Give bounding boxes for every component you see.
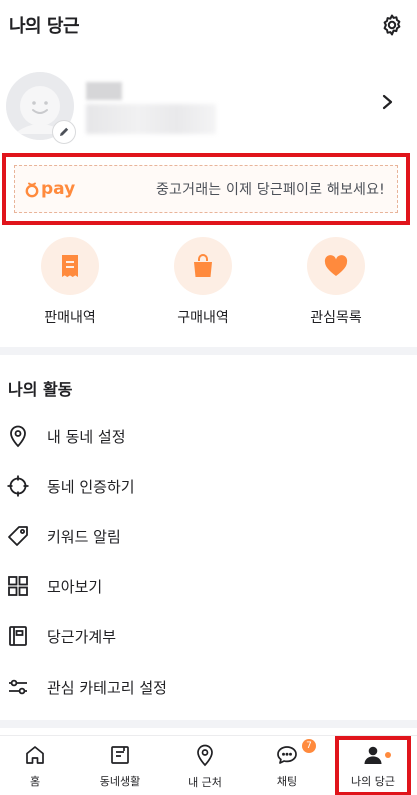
my-carrot-screen: 나의 당근 pay 중고거래는 이제 당근페이로 해보세요! 판매내역 구매내역… [0, 0, 417, 795]
menu-item-verify-neighborhood[interactable]: 동네 인증하기 [0, 461, 417, 511]
blurred-nickname [86, 82, 122, 100]
tab-neighborhood-life[interactable]: 동네생활 [80, 736, 160, 795]
bottom-tab-bar: 홈 동네생활 내 근처 7 채팅 나의 당근 [0, 735, 417, 795]
menu-item-ledger[interactable]: 당근가계부 [0, 611, 417, 661]
pay-logo-text: pay [41, 179, 76, 199]
activity-section-title: 나의 활동 [8, 380, 73, 399]
menu-item-label: 동네 인증하기 [47, 477, 135, 496]
purchase-history-button[interactable]: 구매내역 [153, 237, 253, 327]
gear-icon[interactable] [379, 12, 405, 38]
blurred-profile-info [86, 104, 216, 134]
menu-item-interest-categories[interactable]: 관심 카테고리 설정 [0, 662, 417, 712]
menu-item-label: 키워드 알림 [47, 527, 121, 546]
chat-unread-badge: 7 [302, 739, 316, 753]
pay-banner-message: 중고거래는 이제 당근페이로 해보세요! [155, 182, 385, 198]
section-divider [0, 347, 417, 355]
quick-menu: 판매내역 구매내역 관심목록 [0, 237, 417, 332]
chevron-right-icon[interactable] [380, 90, 396, 114]
neighborhood-board-icon [109, 744, 131, 770]
menu-item-label: 내 동네 설정 [47, 427, 126, 446]
tab-label: 홈 [29, 774, 41, 788]
person-icon [362, 744, 384, 770]
menu-item-collections[interactable]: 모아보기 [0, 561, 417, 611]
tab-near-me[interactable]: 내 근처 [165, 736, 245, 795]
top-bar: 나의 당근 [0, 0, 417, 50]
tab-label: 내 근처 [188, 775, 222, 789]
location-pin-icon [1, 419, 35, 453]
tab-label: 동네생활 [99, 774, 141, 788]
quick-menu-label: 구매내역 [177, 310, 229, 326]
wishlist-button[interactable]: 관심목록 [286, 237, 386, 327]
tab-home[interactable]: 홈 [0, 736, 70, 795]
tag-icon [1, 519, 35, 553]
profile-card[interactable] [0, 64, 417, 146]
grid-icon [1, 569, 35, 603]
carrot-coin-icon [25, 182, 39, 197]
crosshair-icon [1, 469, 35, 503]
menu-item-label: 모아보기 [47, 577, 103, 596]
ledger-book-icon [1, 619, 35, 653]
page-title: 나의 당근 [9, 16, 80, 37]
sliders-icon [1, 670, 35, 704]
tab-chat[interactable]: 7 채팅 [252, 736, 322, 795]
section-divider [0, 720, 417, 728]
shopping-bag-icon [174, 237, 232, 295]
home-icon [24, 744, 46, 770]
menu-item-label: 당근가계부 [47, 627, 117, 646]
tab-my-carrot[interactable]: 나의 당근 [335, 736, 411, 795]
quick-menu-label: 판매내역 [44, 310, 96, 326]
tab-label: 나의 당근 [351, 774, 395, 788]
pay-banner-highlight: pay 중고거래는 이제 당근페이로 해보세요! [2, 153, 410, 225]
receipt-icon [41, 237, 99, 295]
menu-item-label: 관심 카테고리 설정 [47, 678, 167, 697]
pay-banner[interactable]: pay 중고거래는 이제 당근페이로 해보세요! [14, 165, 398, 213]
notification-dot [385, 752, 391, 758]
tab-label: 채팅 [276, 774, 298, 788]
menu-item-my-neighborhood[interactable]: 내 동네 설정 [0, 411, 417, 461]
pay-logo: pay [25, 179, 75, 199]
menu-item-keyword-alerts[interactable]: 키워드 알림 [0, 511, 417, 561]
pencil-icon[interactable] [52, 120, 76, 144]
chat-bubble-icon [275, 744, 299, 770]
quick-menu-label: 관심목록 [310, 310, 362, 326]
location-pin-icon [194, 743, 216, 771]
sales-history-button[interactable]: 판매내역 [20, 237, 120, 327]
heart-icon [307, 237, 365, 295]
